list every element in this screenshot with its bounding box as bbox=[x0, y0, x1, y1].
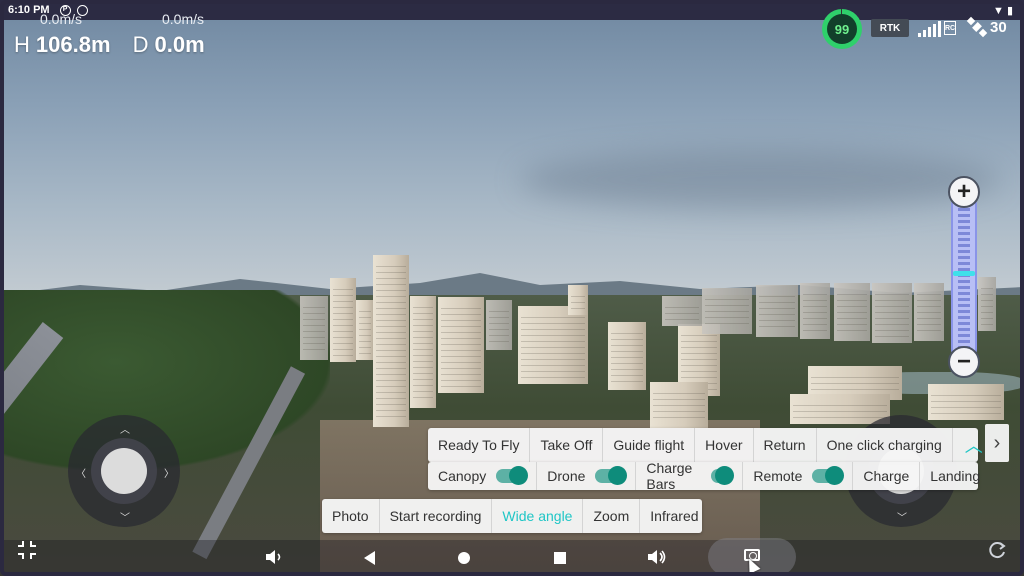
joystick-down-arrow-icon: ﹀ bbox=[897, 513, 907, 524]
battery-percent: 99 bbox=[827, 14, 857, 44]
toggle-drone[interactable]: Drone bbox=[537, 462, 637, 490]
system-status-bar: 6:10 PM P ▼▮ bbox=[0, 0, 1024, 20]
signal-strength-icon bbox=[918, 19, 942, 37]
one-click-charging-button[interactable]: One click charging bbox=[817, 428, 953, 462]
tall-building bbox=[373, 255, 409, 427]
zoom-out-button[interactable]: − bbox=[948, 346, 980, 378]
building bbox=[356, 300, 374, 360]
toggle-charge-bars[interactable]: Charge Bars bbox=[636, 460, 744, 492]
toggle-canopy[interactable]: Canopy bbox=[428, 462, 538, 490]
infrared-button[interactable]: Infrared bbox=[640, 499, 708, 533]
joystick-left-arrow-icon: 〈 bbox=[76, 469, 86, 480]
recent-apps-button[interactable] bbox=[549, 548, 571, 568]
toggle-label: Charge Bars bbox=[646, 460, 693, 492]
building bbox=[650, 382, 708, 428]
building bbox=[872, 283, 912, 343]
navigation-bar bbox=[0, 540, 1024, 576]
altitude-readout: H 106.8m D 0.0m bbox=[14, 32, 205, 58]
zoom-in-button[interactable]: + bbox=[948, 176, 980, 208]
fullscreen-exit-icon[interactable] bbox=[16, 540, 38, 560]
building bbox=[608, 322, 646, 390]
charge-button[interactable]: Charge bbox=[853, 462, 921, 490]
volume-up-icon[interactable] bbox=[646, 548, 668, 566]
joystick-down-arrow-icon: ﹀ bbox=[120, 513, 130, 524]
satellite-count: 30 bbox=[990, 19, 1007, 36]
building bbox=[486, 300, 512, 350]
ready-to-fly-button[interactable]: Ready To Fly bbox=[428, 428, 531, 462]
horizontal-speed: 0.0m/s bbox=[40, 11, 83, 27]
next-page-chevron-icon[interactable]: › bbox=[985, 424, 1009, 462]
height-label: H bbox=[14, 32, 30, 57]
joystick-up-arrow-icon: ︿ bbox=[120, 425, 130, 436]
building bbox=[790, 394, 890, 424]
satellite-icon bbox=[966, 16, 988, 38]
take-off-button[interactable]: Take Off bbox=[530, 428, 604, 462]
cloud bbox=[520, 150, 1000, 210]
toggle-label: Canopy bbox=[438, 468, 487, 484]
distance-label: D bbox=[132, 32, 149, 57]
building bbox=[928, 384, 1004, 420]
wide-angle-button[interactable]: Wide angle bbox=[492, 499, 584, 533]
zoom-button[interactable]: Zoom bbox=[583, 499, 641, 533]
rc-icon: RC bbox=[944, 21, 956, 35]
return-button[interactable]: Return bbox=[754, 428, 817, 462]
rtk-badge: RTK bbox=[871, 19, 909, 37]
left-joystick[interactable]: ︿ ﹀ 〈 〉 bbox=[68, 415, 180, 527]
toggle-label: Drone bbox=[547, 468, 586, 484]
zoom-track[interactable] bbox=[951, 192, 977, 362]
drone-battery-indicator: 99 bbox=[822, 9, 862, 49]
flight-command-bar: Ready To Fly Take Off Guide flight Hover… bbox=[428, 428, 983, 462]
vertical-speed: 0.0m/s bbox=[162, 11, 205, 27]
back-button[interactable] bbox=[358, 548, 380, 568]
toggle-label: Remote bbox=[753, 468, 803, 484]
camera-mode-bar: Photo Start recording Wide angle Zoom In… bbox=[322, 499, 702, 533]
building bbox=[518, 306, 588, 384]
building bbox=[800, 283, 830, 339]
wifi-battery-icons: ▼▮ bbox=[993, 4, 1016, 17]
start-recording-button[interactable]: Start recording bbox=[380, 499, 493, 533]
building bbox=[834, 283, 870, 341]
rotate-icon[interactable] bbox=[986, 540, 1008, 560]
recent-square-icon bbox=[554, 552, 566, 564]
canopy-switch[interactable] bbox=[496, 466, 529, 485]
building bbox=[978, 277, 996, 331]
joystick-right-arrow-icon: 〉 bbox=[164, 469, 174, 480]
toggle-remote[interactable]: Remote bbox=[743, 462, 854, 490]
charge-bars-switch[interactable] bbox=[711, 466, 735, 485]
left-joystick-knob[interactable] bbox=[101, 448, 147, 494]
building bbox=[914, 283, 944, 341]
guide-flight-button[interactable]: Guide flight bbox=[603, 428, 696, 462]
building bbox=[300, 296, 328, 360]
back-triangle-icon bbox=[363, 551, 375, 565]
building bbox=[568, 285, 588, 315]
height-value: 106.8m bbox=[35, 32, 111, 57]
building bbox=[438, 297, 484, 393]
building bbox=[330, 278, 356, 362]
home-button[interactable] bbox=[453, 548, 475, 568]
device-toggle-bar: Canopy Drone Charge Bars Remote Charge L… bbox=[428, 460, 980, 492]
remote-switch[interactable] bbox=[812, 466, 845, 485]
distance-value: 0.0m bbox=[154, 32, 205, 57]
landing-button[interactable]: Landing bbox=[920, 462, 990, 490]
building bbox=[756, 285, 798, 337]
drone-switch[interactable] bbox=[595, 466, 628, 485]
battery-icon: ▮ bbox=[1006, 5, 1016, 17]
building bbox=[662, 296, 702, 326]
zoom-slider[interactable]: + − bbox=[948, 176, 980, 378]
hover-button[interactable]: Hover bbox=[695, 428, 754, 462]
wifi-icon: ▼ bbox=[993, 5, 1007, 17]
volume-down-icon[interactable] bbox=[264, 548, 284, 566]
building bbox=[702, 288, 752, 334]
zoom-thumb[interactable] bbox=[953, 271, 975, 277]
building bbox=[410, 296, 436, 408]
photo-button[interactable]: Photo bbox=[322, 499, 380, 533]
home-circle-icon bbox=[458, 552, 470, 564]
